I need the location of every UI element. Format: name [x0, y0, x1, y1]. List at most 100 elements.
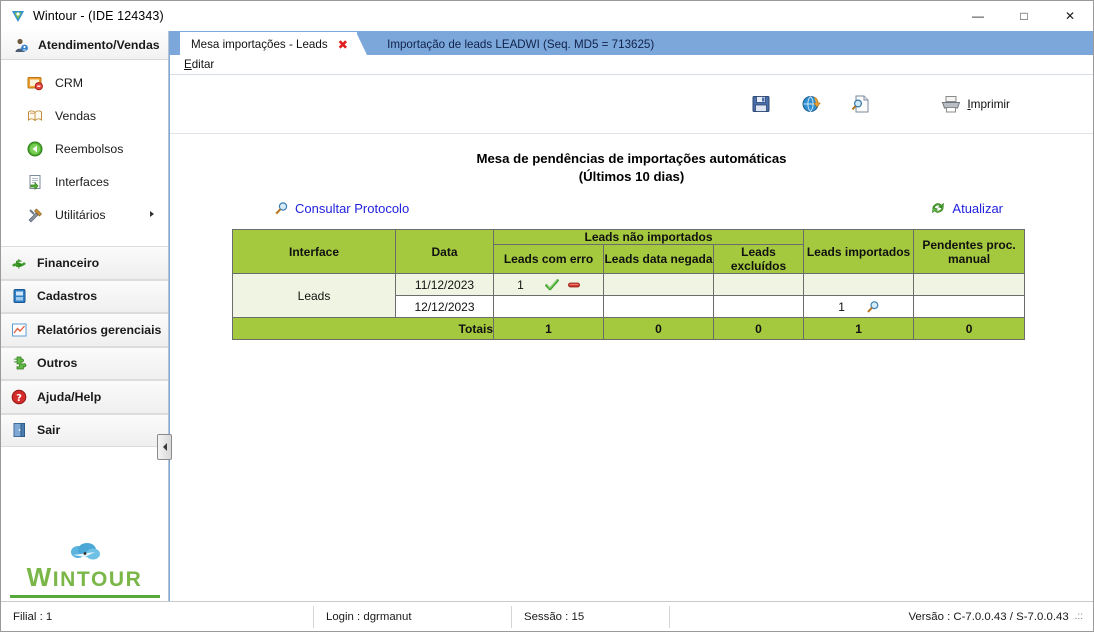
- logo-text: WINTOUR: [1, 562, 168, 593]
- sidebar-item-label: Vendas: [55, 108, 97, 123]
- cell-data: 11/12/2023: [395, 273, 494, 296]
- sidebar-item-ajuda-help[interactable]: ? Ajuda/Help: [1, 380, 168, 414]
- cell-data-negada: [603, 273, 714, 296]
- page-title-line2: (Últimos 10 dias): [578, 169, 685, 184]
- sidebar-item-label: Reembolsos: [55, 141, 124, 156]
- totals-data-negada: 0: [603, 317, 714, 340]
- export-button[interactable]: [795, 90, 826, 118]
- menu-rest: ditar: [191, 58, 215, 71]
- logo-rest: INTOUR: [52, 568, 143, 591]
- floppy-disk-icon: [751, 94, 771, 114]
- table-totals-row: Totais 1 0 0 1 0: [232, 317, 1026, 340]
- menu-editar[interactable]: Editar: [180, 58, 218, 71]
- sidebar-item-crm[interactable]: CRM: [1, 66, 168, 99]
- com-erro-value: 1: [517, 277, 524, 292]
- th-excluidos: Leads excluídos: [712, 244, 805, 274]
- refresh-green-icon: [930, 200, 946, 216]
- toolbar: Imprimir: [170, 75, 1093, 134]
- preview-button[interactable]: [845, 90, 875, 118]
- sidebar-group-label: Relatórios gerenciais: [37, 322, 162, 337]
- sidebar-item-reembolsos[interactable]: Reembolsos: [1, 132, 168, 165]
- import-header-text: Importação de leads LEADWI (Seq. MD5 = 7…: [387, 38, 655, 51]
- totals-excluidos: 0: [712, 317, 805, 340]
- tab-mesa-importacoes-leads[interactable]: Mesa importações - Leads ✖: [180, 32, 368, 55]
- sidebar-item-utilitarios[interactable]: Utilitários: [1, 198, 168, 231]
- th-com-erro: Leads com erro: [493, 244, 604, 274]
- refresh-globe-icon: [800, 94, 822, 114]
- close-icon[interactable]: ✖: [338, 37, 348, 52]
- window-controls: — □ ✕: [955, 1, 1093, 31]
- th-importados: Leads importados: [803, 229, 915, 274]
- status-bar: Filial : 1 Login : dgrmanut Sessão : 15 …: [1, 601, 1093, 631]
- check-green-icon[interactable]: [544, 278, 559, 292]
- status-versao: Versão : C-7.0.0.43 / S-7.0.0.43: [908, 610, 1069, 623]
- hammer-wrench-icon: [27, 207, 44, 223]
- user-headset-icon: [13, 37, 29, 53]
- database-card-icon: [11, 288, 28, 304]
- table-header-row-1: Interface Data Leads não importados Lead…: [232, 229, 1026, 274]
- maximize-button[interactable]: □: [1001, 1, 1047, 31]
- chevron-right-icon: [150, 211, 154, 217]
- consultar-protocolo-link[interactable]: Consultar Protocolo: [274, 201, 409, 216]
- svg-text:$: $: [15, 257, 23, 270]
- wintour-logo: WINTOUR: [1, 540, 168, 593]
- cell-com-erro: [493, 295, 604, 318]
- wintour-logo-icon: [10, 8, 26, 24]
- th-data: Data: [395, 229, 494, 274]
- status-right: Versão : C-7.0.0.43 / S-7.0.0.43 .::: [908, 611, 1093, 623]
- sidebar-item-outros[interactable]: Outros: [1, 346, 168, 380]
- atualizar-link[interactable]: Atualizar: [930, 200, 1003, 216]
- save-button[interactable]: [746, 90, 776, 118]
- money-icon: $: [11, 255, 28, 271]
- sidebar-item-label: CRM: [55, 75, 84, 90]
- cell-importados[interactable]: 1: [803, 295, 915, 318]
- sidebar-collapse-handle[interactable]: [157, 434, 172, 460]
- consultar-protocolo-label: Consultar Protocolo: [295, 200, 410, 216]
- importados-icons: [866, 300, 880, 314]
- cell-com-erro[interactable]: 1: [493, 273, 604, 296]
- minus-red-icon[interactable]: [567, 278, 581, 292]
- svg-text:?: ?: [16, 393, 22, 404]
- sidebar-item-interfaces[interactable]: Interfaces: [1, 165, 168, 198]
- tab-label: Mesa importações - Leads: [191, 37, 328, 51]
- close-button[interactable]: ✕: [1047, 1, 1093, 31]
- pendencias-table-wrapper: Interface Data Leads não importados Lead…: [232, 229, 1026, 340]
- sidebar-item-cadastros[interactable]: Cadastros: [1, 279, 168, 313]
- sidebar-item-relatorios-gerenciais[interactable]: Relatórios gerenciais: [1, 313, 168, 347]
- print-label: Imprimir: [967, 97, 1010, 111]
- th-data-negada: Leads data negada: [603, 244, 714, 274]
- minimize-button[interactable]: —: [955, 1, 1001, 31]
- puzzle-icon: [11, 355, 28, 371]
- magnifier-icon[interactable]: [866, 300, 880, 314]
- sidebar: Atendimento/Vendas CRM Vendas Reembolsos…: [1, 31, 169, 601]
- cell-importados: [803, 273, 915, 296]
- cell-excluidos: [712, 295, 805, 318]
- sidebar-item-vendas[interactable]: Vendas: [1, 99, 168, 132]
- sidebar-item-label: Interfaces: [55, 174, 109, 189]
- th-nao-importados-group: Leads não importados: [492, 229, 805, 245]
- menu-accel: E: [184, 58, 192, 71]
- resize-grip-icon[interactable]: .::: [1075, 611, 1083, 622]
- totals-com-erro: 1: [493, 317, 604, 340]
- sidebar-item-sair[interactable]: Sair: [1, 413, 168, 447]
- print-button[interactable]: Imprimir: [936, 91, 1015, 117]
- sidebar-group-label: Sair: [37, 423, 61, 438]
- title-bar: Wintour - (IDE 124343) — □ ✕: [1, 1, 1093, 32]
- table-body: Leads 11/12/2023 1 12/12/2023 1 Totais 1…: [232, 273, 1026, 340]
- sidebar-item-atendimento-vendas[interactable]: Atendimento/Vendas: [1, 31, 168, 60]
- table-row[interactable]: Leads 11/12/2023 1: [232, 273, 1026, 318]
- cell-data: 12/12/2023: [395, 295, 494, 318]
- menu-bar: Editar: [170, 55, 1093, 75]
- status-login: Login : dgrmanut: [326, 610, 412, 623]
- page-title-line1: Mesa de pendências de importações automá…: [476, 151, 787, 166]
- document-arrow-icon: [27, 174, 44, 190]
- com-erro-icons: [544, 278, 581, 292]
- sidebar-item-financeiro[interactable]: $ Financeiro: [1, 246, 168, 280]
- crm-card-icon: [27, 75, 44, 91]
- sidebar-item-label: Utilitários: [55, 207, 106, 222]
- action-links-row: Consultar Protocolo Atualizar: [170, 200, 1093, 216]
- sidebar-group-label: Financeiro: [37, 255, 100, 270]
- chart-icon: [11, 322, 28, 338]
- page-title: Mesa de pendências de importações automá…: [170, 150, 1093, 186]
- logo-underline: [10, 595, 160, 598]
